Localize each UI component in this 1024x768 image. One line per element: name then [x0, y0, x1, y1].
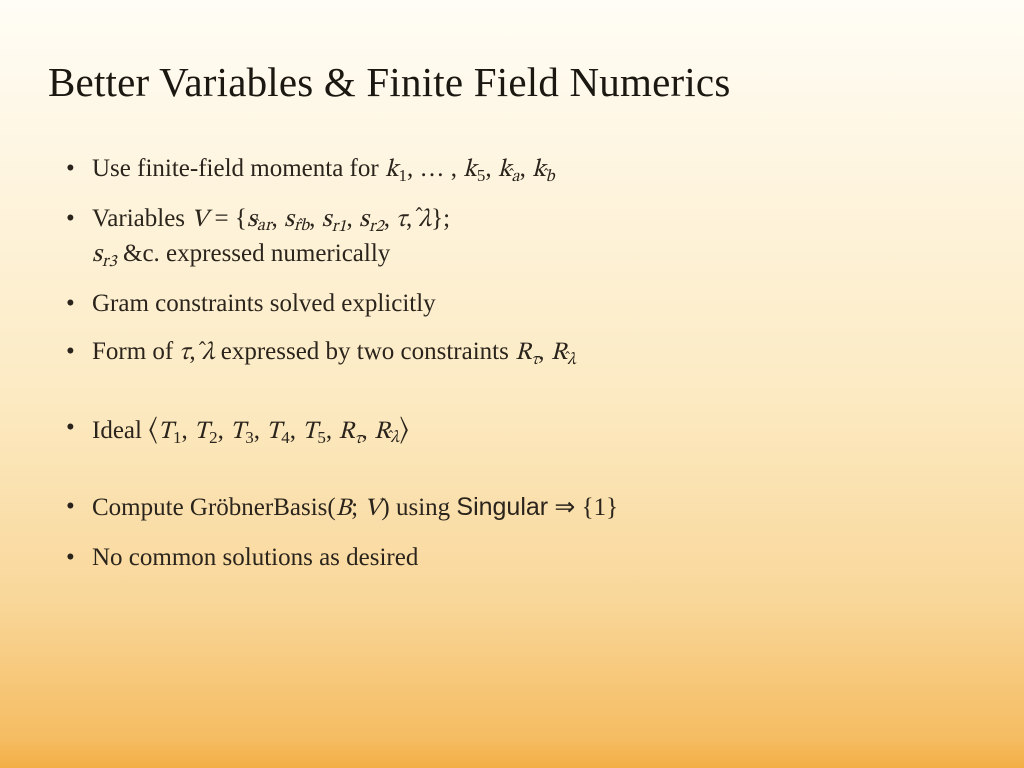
rbrace: } [431, 205, 443, 232]
comma: , [346, 205, 359, 232]
bullet-3: Gram constraints solved explicitly [92, 287, 976, 322]
bullet-6-pre: Compute GröbnerBasis( [92, 494, 336, 521]
comma: , [254, 417, 267, 444]
sub-r3: r3 [102, 254, 117, 271]
bullet-6: Compute GröbnerBasis(B; V) using Singula… [92, 490, 976, 527]
math-R: R [374, 419, 390, 444]
math-T: T [230, 419, 245, 444]
math-s: s [247, 207, 257, 232]
bullet-4: Form of τ, λ expressed by two constraint… [92, 335, 976, 371]
bullet-2-post: &c. expressed numerically [117, 240, 391, 267]
comma: , [384, 205, 397, 232]
bullet-6-mid: ) using [381, 494, 456, 521]
comma: , [309, 205, 322, 232]
singular-label: Singular [456, 493, 548, 521]
math-lambdahat: λ [202, 336, 215, 371]
comma: , [182, 417, 195, 444]
math-k: k [498, 157, 512, 182]
comma: , [218, 417, 231, 444]
math-V: V [364, 496, 381, 521]
comma: , [485, 155, 498, 182]
bullet-5-pre: Ideal [92, 417, 148, 444]
math-T: T [158, 419, 173, 444]
bullet-1-text: Use finite-field momenta for [92, 155, 385, 182]
math-s: s [322, 207, 332, 232]
math-s: s [284, 207, 294, 232]
comma: , [326, 417, 339, 444]
math-lambdahat: λ [419, 203, 432, 238]
comma: , [407, 155, 420, 182]
comma: , [538, 338, 551, 365]
bullet-1: Use finite-field momenta for k1, … , k5,… [92, 152, 976, 188]
semicolon: ; [443, 205, 450, 232]
bullet-7: No common solutions as desired [92, 541, 976, 576]
sub-3: 3 [245, 427, 254, 446]
sub-tau: τ [355, 430, 362, 447]
comma: , [362, 417, 375, 444]
math-R: R [551, 340, 567, 365]
eq: = [208, 205, 235, 232]
math-tau: τ [396, 207, 406, 232]
sub-4: 4 [281, 427, 290, 446]
math-R: R [515, 340, 531, 365]
bullet-6-post: ⇒ {1} [548, 494, 618, 521]
bullet-4-mid: expressed by two constraints [214, 338, 515, 365]
comma: , [290, 417, 303, 444]
math-R: R [338, 419, 354, 444]
comma: , [189, 338, 202, 365]
langle: ⟨ [148, 416, 158, 445]
bullet-2: Variables V = {sar, srb, sr1, sr2, τ, λ}… [92, 202, 976, 273]
math-k: k [532, 157, 546, 182]
math-k: k [385, 157, 399, 182]
math-s: s [359, 207, 369, 232]
bullet-2-text: Variables [92, 205, 191, 232]
bullet-list: Use finite-field momenta for k1, … , k5,… [48, 152, 976, 575]
comma: , [406, 205, 419, 232]
math-B: B [336, 496, 351, 521]
slide-title: Better Variables & Finite Field Numerics [48, 58, 976, 106]
math-T: T [194, 419, 209, 444]
bullet-4-pre: Form of [92, 338, 180, 365]
sub-2: 2 [209, 427, 218, 446]
rangle: ⟩ [399, 416, 409, 445]
comma: , [271, 205, 284, 232]
comma: , [520, 155, 533, 182]
bullet-5: Ideal ⟨T1, T2, T3, T4, T5, Rτ, Rλ⟩ [92, 411, 976, 451]
sub-r2: r2 [369, 218, 384, 235]
semicolon: ; [351, 494, 364, 521]
sub-5: 5 [317, 427, 326, 446]
sub-1: 1 [399, 166, 408, 185]
math-k: k [463, 157, 477, 182]
comma: , [451, 155, 464, 182]
math-s: s [92, 242, 102, 267]
math-T: T [266, 419, 281, 444]
math-V: V [191, 207, 208, 232]
sub-r1: r1 [332, 218, 347, 235]
dots: … [420, 155, 451, 182]
lbrace: { [235, 205, 247, 232]
math-tau: τ [180, 340, 190, 365]
math-T: T [302, 419, 317, 444]
sub-1: 1 [173, 427, 182, 446]
